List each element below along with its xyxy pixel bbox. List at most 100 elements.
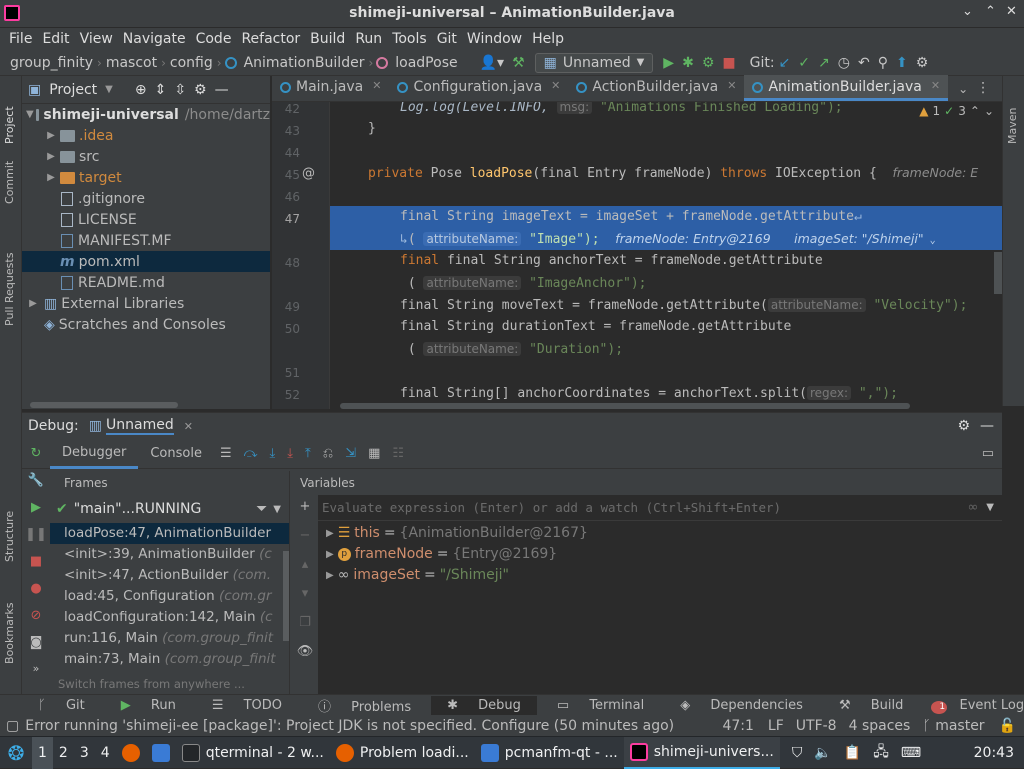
close-tab-icon[interactable]: ✕ [931,79,940,98]
tool-build[interactable]: ⚒ Build [823,698,919,713]
git-update-icon[interactable]: ↙ [775,55,795,71]
tool-run[interactable]: ▶ Run [105,698,192,713]
task-qterminal[interactable]: qterminal - 2 w... [176,737,330,769]
mute-breakpoints-icon[interactable]: ⊘ [31,608,42,623]
task-pcmanfm[interactable]: pcmanfm-qt - ... [475,737,624,769]
link-icon[interactable]: ∞ [967,500,978,515]
close-icon[interactable]: ✕ [184,420,193,433]
menu-navigate[interactable]: Navigate [118,31,191,47]
git-push-icon[interactable]: ↗ [814,55,834,71]
event-log-button[interactable]: 1 Event Log [923,698,1024,714]
collapse-all-icon[interactable]: ⇕ [155,82,167,98]
minimize-icon[interactable]: ⌄ [962,4,973,19]
variable-row[interactable]: ▶ ☰ this = {AnimationBuilder@2167} [318,523,1002,544]
firefox-launcher[interactable] [116,737,146,769]
menu-view[interactable]: View [75,31,118,47]
stop-icon[interactable]: ■ [30,554,42,569]
desktop-3[interactable]: 3 [74,737,95,769]
tab-animationbuilder-java[interactable]: AnimationBuilder.java ✕ [744,75,949,101]
inspection-widget[interactable]: ▲ 1 ✓ 3 ⌃ ⌄ [919,104,994,118]
tool-debug[interactable]: ✱ Debug [431,696,537,715]
history-icon[interactable]: ◷ [834,55,854,71]
chevron-up-icon[interactable]: ⌃ [970,104,980,118]
build-hammer-icon[interactable]: ⚒ [508,55,529,71]
chevron-down-icon[interactable]: ⌄ [924,235,936,246]
tree-item-gitignore[interactable]: .gitignore [22,188,270,209]
coverage-icon[interactable]: ⚙ [698,55,719,71]
step-over-icon[interactable]: ⤼ [238,446,264,461]
show-watches-icon[interactable]: 👁 [297,644,314,659]
chevron-right-icon[interactable]: ▶ [326,565,334,586]
file-encoding[interactable]: UTF-8 [790,718,843,734]
stop-icon[interactable]: ■ [718,55,739,71]
wrench-icon[interactable]: 🔧 [28,473,44,488]
tree-item-idea[interactable]: ▶ .idea [22,125,270,146]
tree-item-external-libraries[interactable]: ▶ ▥ External Libraries [22,293,270,314]
evaluate-icon[interactable]: ▦ [362,446,386,461]
breadcrumb-animationbuilder[interactable]: AnimationBuilder [240,55,369,71]
tool-dependencies[interactable]: ◈ Dependencies [664,698,819,713]
tree-item-scratches[interactable]: ◈ Scratches and Consoles [22,314,270,335]
settings-icon[interactable]: ⚙ [912,55,933,71]
view-breakpoints-icon[interactable]: ● [30,581,41,596]
add-watch-icon[interactable]: + [300,499,311,514]
breadcrumb-config[interactable]: config [166,55,217,71]
project-tool-button[interactable]: Project [3,106,16,144]
task-intellij[interactable]: shimeji-univers... [623,736,780,769]
thread-select[interactable]: ✔ "main"...RUNNING ⏷ ▼ [50,495,289,523]
chevron-down-icon[interactable]: ⌄ [984,104,994,118]
gear-icon[interactable]: ⚙ [194,82,207,98]
tab-console[interactable]: Console [138,446,214,461]
bookmarks-tool-button[interactable]: Bookmarks [3,603,16,664]
volume-icon[interactable]: 🔈 [808,737,837,769]
menu-window[interactable]: Window [462,31,527,47]
breadcrumb-loadpose[interactable]: loadPose [391,55,461,71]
horizontal-scrollbar[interactable] [30,402,178,408]
chevron-right-icon[interactable]: ▶ [44,130,58,141]
menu-run[interactable]: Run [350,31,387,47]
chevron-right-icon[interactable]: ▶ [26,298,40,309]
variable-row[interactable]: ▶ p frameNode = {Entry@2169} [318,544,1002,565]
frame-item[interactable]: <init>:39, AnimationBuilder (c [50,544,289,565]
switch-frames-hint[interactable]: Switch frames from anywhere ... [58,677,245,691]
desktop-4[interactable]: 4 [95,737,116,769]
menu-refactor[interactable]: Refactor [236,31,305,47]
tool-todo[interactable]: ☰ TODO [196,698,298,713]
frame-item[interactable]: run:116, Main (com.group_finit [50,628,289,649]
tree-root[interactable]: ▼ shimeji-universal /home/dartz [22,104,270,125]
chevron-right-icon[interactable]: ▶ [326,523,334,544]
project-view-select[interactable]: Project [49,82,97,98]
menu-git[interactable]: Git [432,31,462,47]
pause-icon[interactable]: ❚❚ [25,527,47,542]
frame-item[interactable]: loadConfiguration:142, Main (c [50,607,289,628]
tool-problems[interactable]: ⓘ Problems [302,696,427,715]
clipboard-icon[interactable]: 📋 [838,737,867,769]
override-annotation-icon[interactable]: @ [302,166,315,181]
chevron-down-icon[interactable]: ▼ [986,502,994,513]
start-menu-icon[interactable]: ❂ [0,737,32,769]
force-step-into-icon[interactable]: ⤓ [281,446,299,461]
step-out-icon[interactable]: ⤒ [299,446,317,461]
resume-icon[interactable]: ▶ [31,500,41,515]
chevron-down-icon[interactable]: ▼ [105,84,113,95]
close-tab-icon[interactable]: ✕ [372,79,381,101]
update-icon[interactable]: ⬆ [892,55,912,71]
tabs-dropdown-icon[interactable]: ⌄ [958,82,968,101]
lock-icon[interactable]: 🔓 [991,718,1024,734]
menu-build[interactable]: Build [305,31,350,47]
locate-icon[interactable]: ⊕ [135,82,147,98]
show-desktop-launcher[interactable] [146,737,176,769]
toggle-tool-windows-icon[interactable]: ▢ [6,718,19,734]
drop-frame-icon[interactable]: ⎌ [317,446,339,461]
tab-main-java[interactable]: Main.java ✕ [272,75,389,101]
menu-tools[interactable]: Tools [387,31,432,47]
menu-edit[interactable]: Edit [37,31,74,47]
tree-item-manifest[interactable]: MANIFEST.MF [22,230,270,251]
vertical-scrollbar[interactable] [994,252,1002,294]
commit-tool-button[interactable]: Commit [3,161,16,204]
run-icon[interactable]: ▶ [659,55,678,71]
git-commit-icon[interactable]: ✓ [794,55,814,71]
horizontal-scrollbar[interactable] [340,403,910,409]
keyboard-icon[interactable]: ⌨ [895,737,927,769]
tab-actionbuilder-java[interactable]: ActionBuilder.java ✕ [568,75,744,101]
